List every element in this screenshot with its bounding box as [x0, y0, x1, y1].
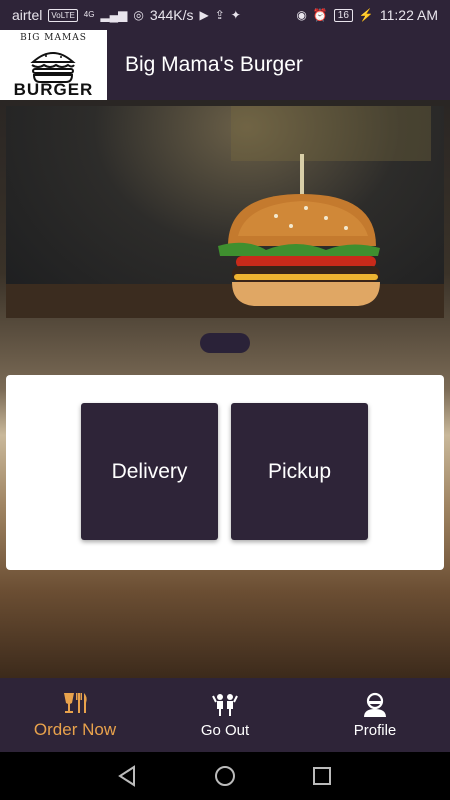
burger-logo-icon — [30, 52, 76, 83]
delivery-button[interactable]: Delivery — [81, 403, 218, 540]
burger-illustration — [6, 106, 444, 318]
volte-badge: VoLTE — [48, 8, 78, 22]
carousel-indicator — [200, 333, 250, 353]
logo-bottom-text: BURGER — [13, 80, 94, 99]
people-celebrate-icon — [212, 692, 238, 718]
network-speed: 344K/s — [149, 7, 194, 23]
pickup-button[interactable]: Pickup — [231, 403, 368, 540]
eye-icon: ◉ — [296, 8, 307, 22]
android-nav-bar — [0, 752, 450, 800]
recents-icon[interactable] — [302, 756, 342, 796]
back-icon[interactable] — [108, 756, 148, 796]
tab-label: Go Out — [200, 721, 250, 739]
twitter-icon: ✦ — [230, 8, 241, 22]
charging-icon: ⚡ — [358, 8, 374, 22]
tab-go-out[interactable]: Go Out — [150, 678, 300, 752]
brand-logo[interactable]: BIG MAMAS BURGER — [0, 30, 107, 100]
clock-time: 11:22 AM — [379, 7, 438, 23]
network-type: 4G — [83, 10, 95, 19]
alarm-icon: ⏰ — [312, 8, 328, 22]
order-type-card: Delivery Pickup — [6, 375, 444, 570]
tab-order-now[interactable]: Order Now — [0, 678, 150, 752]
tab-profile[interactable]: Profile — [300, 678, 450, 752]
status-bar: airtel VoLTE 4G ▂▄▆ ◎ 344K/s ▶ ⇪ ✦ ◉ ⏰ 1… — [0, 0, 450, 30]
youtube-icon: ▶ — [199, 8, 209, 22]
signal-icon: ▂▄▆ — [100, 8, 128, 22]
battery-level: 16 — [333, 8, 353, 22]
tab-label: Profile — [353, 721, 397, 739]
user-profile-icon — [362, 692, 388, 718]
burger-banner-image — [6, 106, 444, 318]
app-bar: BIG MAMAS BURGER Big Mama's Burger — [0, 30, 450, 100]
home-icon[interactable] — [205, 756, 245, 796]
carrier-name: airtel — [12, 7, 43, 23]
app-title: Big Mama's Burger — [125, 53, 303, 76]
upload-icon: ⇪ — [214, 8, 225, 22]
food-cutlery-icon — [62, 690, 88, 716]
hotspot-icon: ◎ — [133, 8, 144, 22]
background-food-image: Delivery Pickup — [0, 100, 450, 678]
logo-top-text: BIG MAMAS — [20, 33, 87, 43]
bottom-navigation: Order Now Go Out Profile — [0, 678, 450, 752]
tab-label: Order Now — [33, 720, 117, 739]
